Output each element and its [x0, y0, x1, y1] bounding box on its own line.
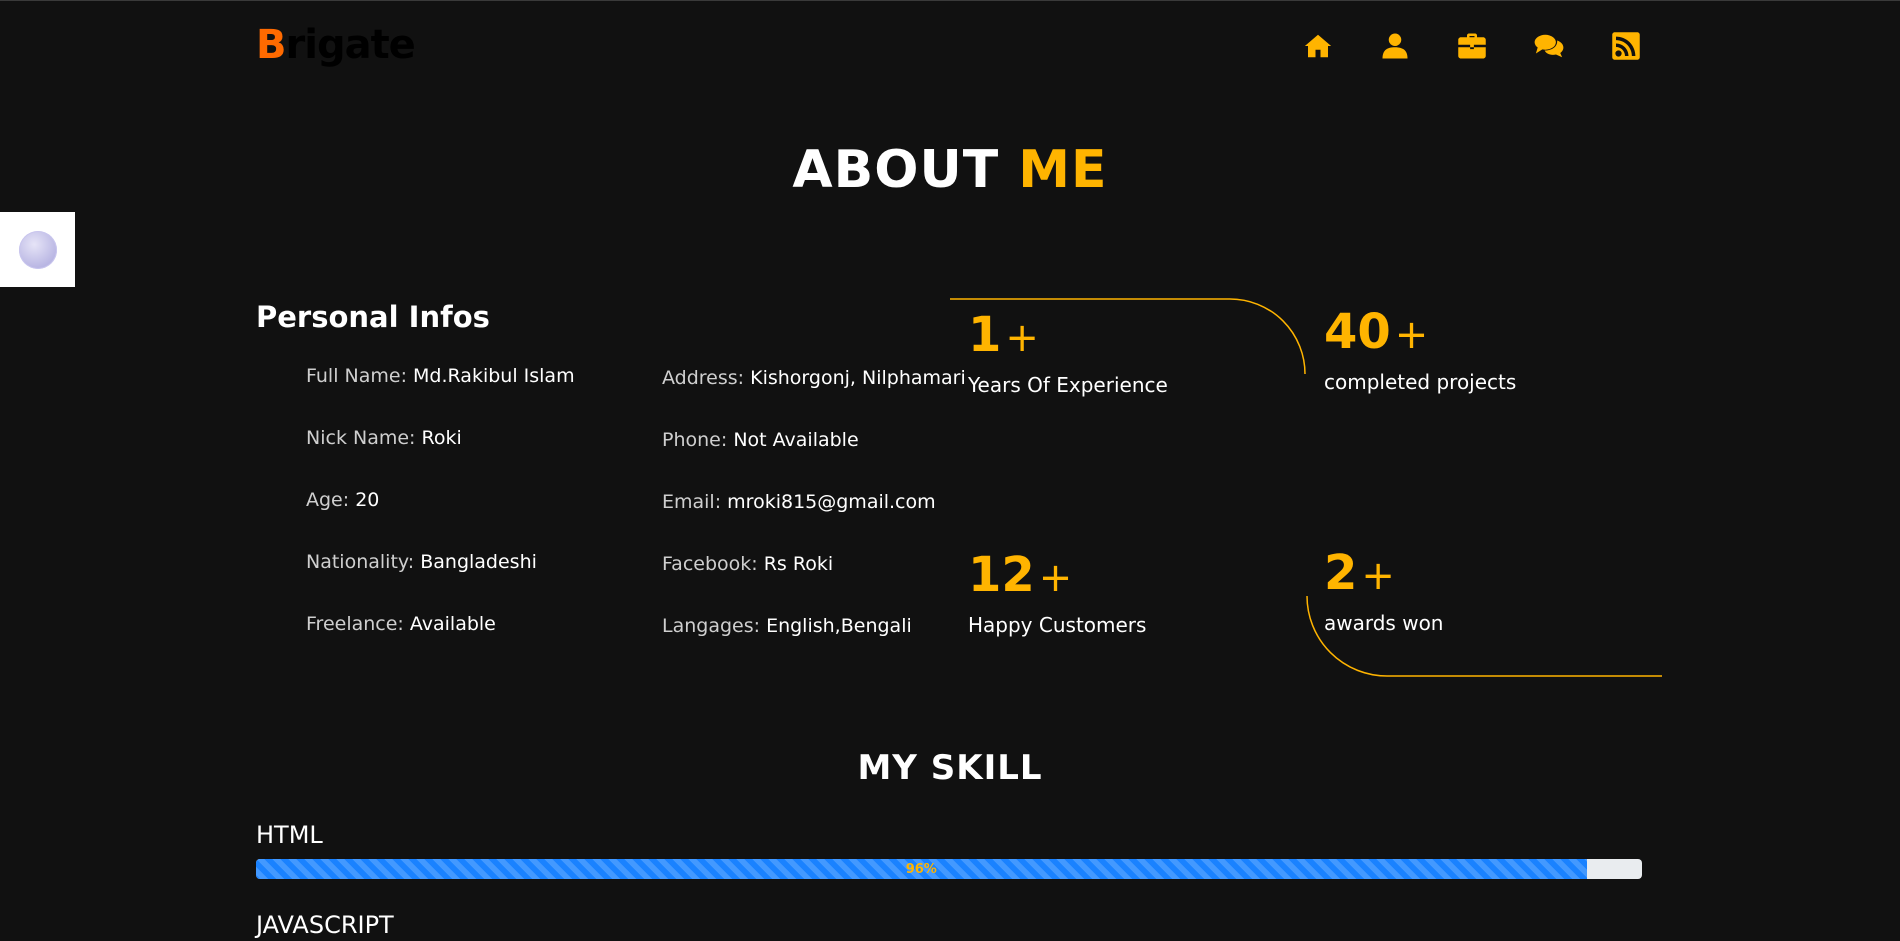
info-phone: Phone: Not Available: [662, 429, 859, 451]
info-nick-name: Nick Name: Roki: [306, 427, 462, 449]
info-key: Full Name:: [306, 365, 407, 387]
info-key: Nick Name:: [306, 427, 416, 449]
info-value: Roki: [421, 427, 462, 449]
info-languages: Langages: English,Bengali: [662, 615, 912, 637]
info-address: Address: Kishorgonj, Nilphamari: [662, 367, 966, 389]
info-value: Md.Rakibul Islam: [413, 365, 575, 387]
info-value: Available: [409, 613, 496, 635]
info-value: Kishorgonj, Nilphamari: [750, 367, 966, 389]
briefcase-icon[interactable]: [1452, 28, 1492, 64]
page-title: ABOUT ME: [0, 140, 1900, 200]
stat-label: Happy Customers: [968, 613, 1147, 637]
skill-progress-fill: 96%: [256, 859, 1587, 879]
info-value: Bangladeshi: [420, 551, 537, 573]
stat-suffix: +: [1005, 315, 1039, 361]
skills-title: MY SKILL: [857, 748, 1043, 788]
stat-suffix: +: [1361, 553, 1395, 599]
info-key: Age:: [306, 489, 350, 511]
personal-infos-title: Personal Infos: [256, 300, 490, 334]
stat-number: 2: [1324, 545, 1358, 601]
info-facebook: Facebook: Rs Roki: [662, 553, 833, 575]
widget-orb-icon: [18, 230, 57, 269]
stat-number: 40: [1324, 304, 1391, 360]
stat-number: 12: [968, 547, 1035, 603]
rss-icon[interactable]: [1606, 28, 1646, 64]
stat-label: completed projects: [1324, 370, 1517, 394]
stat-projects: 40 + completed projects: [1324, 304, 1516, 394]
info-key: Nationality:: [306, 551, 415, 573]
info-email: Email: mroki815@gmail.com: [662, 491, 936, 513]
stat-label: awards won: [1324, 611, 1444, 635]
stat-suffix: +: [1394, 312, 1429, 358]
skill-name-javascript: JAVASCRIPT: [256, 911, 394, 939]
info-value: Rs Roki: [763, 553, 834, 575]
logo-first-letter: B: [256, 22, 286, 68]
comments-icon[interactable]: [1529, 28, 1569, 64]
info-value: English,Bengali: [766, 615, 912, 637]
page-title-accent: ME: [1018, 140, 1108, 200]
info-nationality: Nationality: Bangladeshi: [306, 551, 537, 573]
side-widget-button[interactable]: [0, 212, 75, 287]
top-border: [0, 0, 1900, 1]
main-nav: [1298, 28, 1646, 64]
stat-number: 1: [968, 307, 1002, 363]
info-key: Email:: [662, 491, 722, 513]
skill-name-html: HTML: [256, 821, 323, 849]
info-key: Facebook:: [662, 553, 758, 575]
home-icon[interactable]: [1298, 28, 1338, 64]
info-full-name: Full Name: Md.Rakibul Islam: [306, 365, 575, 387]
info-age: Age: 20: [306, 489, 379, 511]
page-title-main: ABOUT: [792, 140, 1000, 200]
info-value: mroki815@gmail.com: [727, 491, 936, 513]
info-value: Not Available: [733, 429, 859, 451]
skill-progress-html: 96%: [256, 859, 1642, 879]
user-icon[interactable]: [1375, 28, 1415, 64]
logo[interactable]: Brigate: [256, 20, 416, 70]
info-key: Address:: [662, 367, 745, 389]
info-key: Freelance:: [306, 613, 404, 635]
info-key: Langages:: [662, 615, 761, 637]
stat-customers: 12 + Happy Customers: [968, 547, 1146, 637]
logo-text: rigate: [285, 22, 416, 68]
stat-experience: 1 + Years Of Experience: [968, 307, 1168, 397]
info-value: 20: [355, 489, 380, 511]
skill-percent-label: 96%: [905, 861, 937, 877]
info-key: Phone:: [662, 429, 728, 451]
stat-label: Years Of Experience: [968, 373, 1168, 397]
stat-awards: 2 + awards won: [1324, 545, 1443, 635]
stat-suffix: +: [1038, 555, 1073, 601]
info-freelance: Freelance: Available: [306, 613, 496, 635]
